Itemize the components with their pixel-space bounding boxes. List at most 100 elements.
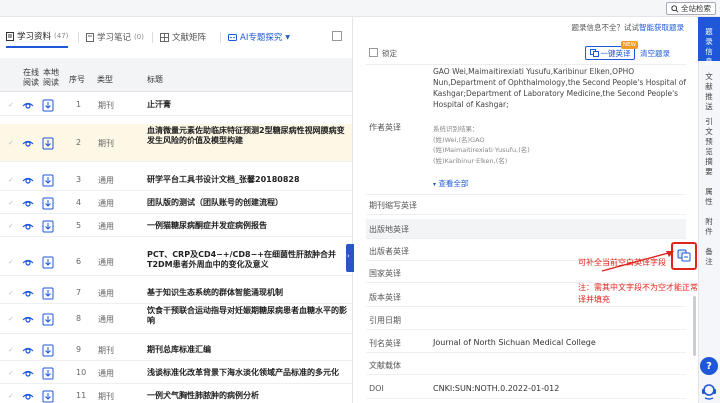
online-read-icon[interactable] — [22, 313, 34, 325]
online-read-icon[interactable] — [22, 197, 34, 209]
row-type: 通用 — [98, 315, 114, 324]
online-read-icon[interactable] — [22, 220, 34, 232]
field-value[interactable]: CNKI:SUN:NOTH.0.2022-01-012 — [433, 384, 559, 393]
divider — [366, 374, 686, 375]
document-icon — [6, 31, 14, 41]
row-check-icon[interactable]: ✓ — [8, 315, 14, 323]
local-read-icon[interactable] — [42, 174, 54, 187]
row-check-icon[interactable]: ✓ — [8, 369, 14, 377]
table-row[interactable]: ✓ 9 期刊 期刊总库标准汇编 — [0, 338, 352, 361]
table-row[interactable]: ✓ 7 通用 基于知识生态系统的群体智能涌现机制 — [0, 281, 352, 304]
row-title[interactable]: 血清微量元素佐助临床特征预测2型糖尿病性视网膜病变发生风险的价值及模型构建 — [147, 126, 352, 146]
table-row[interactable]: ✓ 6 通用 PCT、CRP及CD4−+/CD8−+在细菌性肝脓肿合并T2DM患者外周… — [0, 248, 352, 276]
row-type: 通用 — [98, 288, 114, 298]
local-read-icon[interactable] — [42, 367, 54, 380]
table-row[interactable]: ✓ 3 通用 研学平台工具书设计文档_张馨20180828 — [0, 168, 352, 191]
tab-study-materials[interactable]: 学习资料 (47) — [6, 26, 69, 48]
right-nav-item[interactable]: 属性 — [698, 180, 720, 206]
right-nav-item[interactable]: 引文预览 — [698, 107, 720, 156]
row-title[interactable]: 一例犬气胸性肺脓肿的病例分析 — [147, 391, 352, 401]
online-read-icon[interactable] — [22, 99, 34, 111]
field-value[interactable]: Journal of North Sichuan Medical College — [433, 338, 596, 347]
online-read-icon[interactable] — [22, 367, 34, 379]
row-title[interactable]: 浅谈标准化改革背景下海水淡化领域产品标准的多元化 — [147, 368, 352, 378]
row-number: 3 — [76, 174, 82, 184]
tab-study-notes[interactable]: 学习笔记 (0) — [86, 26, 144, 48]
right-nav-item[interactable]: 题录信息 — [698, 17, 720, 66]
panel-scrollbar[interactable] — [693, 296, 696, 356]
table-header: 在线阅读 本地阅读 序号 类型 标题 — [0, 58, 352, 92]
row-check-icon[interactable]: ✓ — [8, 101, 14, 109]
local-read-icon[interactable] — [42, 287, 54, 300]
authors-en-value[interactable]: GAO Wei,Maimaitirexiati Yusufu,Karibinur… — [433, 66, 688, 116]
table-row[interactable]: ✓ 8 通用 饮食干预联合运动指导对妊娠期糖尿病患者血糖水平的影响 — [0, 304, 352, 334]
row-title[interactable]: 一例猫糖尿病酮症并发症病例报告 — [147, 221, 352, 231]
local-read-icon[interactable] — [42, 137, 54, 150]
online-read-icon[interactable] — [22, 137, 34, 149]
row-title[interactable]: 团队版的测试（团队账号的创建流程） — [147, 198, 352, 208]
local-read-icon[interactable] — [42, 220, 54, 233]
row-type: 期刊 — [98, 139, 114, 148]
right-nav-item[interactable]: 备注 — [698, 240, 720, 266]
row-check-icon[interactable]: ✓ — [8, 222, 14, 230]
table-row[interactable]: ✓ 2 期刊 血清微量元素佐助临床特征预测2型糖尿病性视网膜病变发生风险的价值及模型构… — [0, 124, 352, 162]
row-number: 6 — [76, 257, 82, 266]
table-row[interactable]: ✓ 4 通用 团队版的测试（团队账号的创建流程） — [0, 191, 352, 214]
row-check-icon[interactable]: ✓ — [8, 392, 14, 400]
online-read-icon[interactable] — [22, 390, 34, 402]
row-check-icon[interactable]: ✓ — [8, 176, 14, 184]
chevron-down-icon: ▾ — [433, 181, 437, 188]
clear-record-button[interactable]: 清空题录 — [640, 48, 670, 59]
online-read-icon[interactable] — [22, 344, 34, 356]
collapse-panel-tab[interactable]: › — [346, 244, 354, 272]
header-num[interactable]: 序号 — [69, 74, 85, 85]
local-read-icon[interactable] — [42, 256, 54, 269]
help-button[interactable]: ? — [700, 357, 718, 375]
online-read-icon[interactable] — [22, 174, 34, 186]
row-title[interactable]: 研学平台工具书设计文档_张馨20180828 — [147, 175, 352, 185]
row-check-icon[interactable]: ✓ — [8, 258, 14, 266]
local-read-icon[interactable] — [42, 197, 54, 210]
header-local-read[interactable]: 本地阅读 — [40, 68, 62, 88]
local-read-icon[interactable] — [42, 99, 54, 112]
table-row[interactable]: ✓ 10 通用 浅谈标准化改革背景下海水淡化领域产品标准的多元化 — [0, 361, 352, 384]
lock-checkbox[interactable] — [369, 48, 378, 57]
recognition-line: (姓)Karibinur·Elken,(名) — [433, 156, 508, 165]
view-all-link[interactable]: ▾ 查看全部 — [433, 178, 468, 189]
row-title[interactable]: 止汗膏 — [147, 100, 352, 110]
online-read-icon[interactable] — [22, 256, 34, 268]
row-check-icon[interactable]: ✓ — [8, 289, 14, 297]
local-read-icon[interactable] — [42, 313, 54, 326]
row-check-icon[interactable]: ✓ — [8, 199, 14, 207]
filter-checkbox[interactable] — [332, 31, 342, 41]
smart-fetch-link[interactable]: 智能获取题录 — [639, 23, 684, 32]
row-title[interactable]: 期刊总库标准汇编 — [147, 345, 352, 355]
row-check-icon[interactable]: ✓ — [8, 346, 14, 354]
right-nav-item[interactable]: 摘要 — [698, 150, 720, 176]
row-check-icon[interactable]: ✓ — [8, 139, 14, 147]
new-badge: NEW — [621, 41, 639, 49]
row-number: 11 — [76, 390, 87, 400]
online-read-icon[interactable] — [22, 287, 34, 299]
table-row[interactable]: ✓ 1 期刊 止汗膏 — [0, 93, 352, 116]
site-search-button[interactable]: 全站检索 — [666, 2, 716, 15]
tab-study-materials-count: (47) — [54, 32, 69, 40]
tab-ai-topic[interactable]: AI专题探究 ▼ — [228, 26, 290, 48]
local-read-icon[interactable] — [42, 390, 54, 403]
header-title[interactable]: 标题 — [147, 74, 163, 85]
customer-service-icon[interactable] — [699, 382, 719, 400]
table-row[interactable]: ✓ 11 期刊 一例犬气胸性肺脓肿的病例分析 — [0, 384, 352, 403]
table-row[interactable]: ✓ 5 通用 一例猫糖尿病酮症并发症病例报告 — [0, 214, 352, 237]
tab-study-notes-count: (0) — [134, 33, 144, 41]
local-read-icon[interactable] — [42, 344, 54, 357]
header-type[interactable]: 类型 — [97, 74, 113, 85]
right-nav-item[interactable]: 文献推送 — [698, 62, 720, 111]
right-nav-item[interactable]: 附件 — [698, 210, 720, 236]
row-title[interactable]: 基于知识生态系统的群体智能涌现机制 — [147, 288, 352, 298]
tab-literature-matrix[interactable]: 文献矩阵 — [160, 26, 206, 48]
header-online-read[interactable]: 在线阅读 — [20, 68, 42, 88]
row-title[interactable]: PCT、CRP及CD4−+/CD8−+在细菌性肝脓肿合并T2DM患者外周血中的变… — [147, 250, 352, 270]
row-number: 10 — [76, 367, 87, 377]
row-title[interactable]: 饮食干预联合运动指导对妊娠期糖尿病患者血糖水平的影响 — [147, 306, 352, 326]
divider — [366, 64, 686, 65]
